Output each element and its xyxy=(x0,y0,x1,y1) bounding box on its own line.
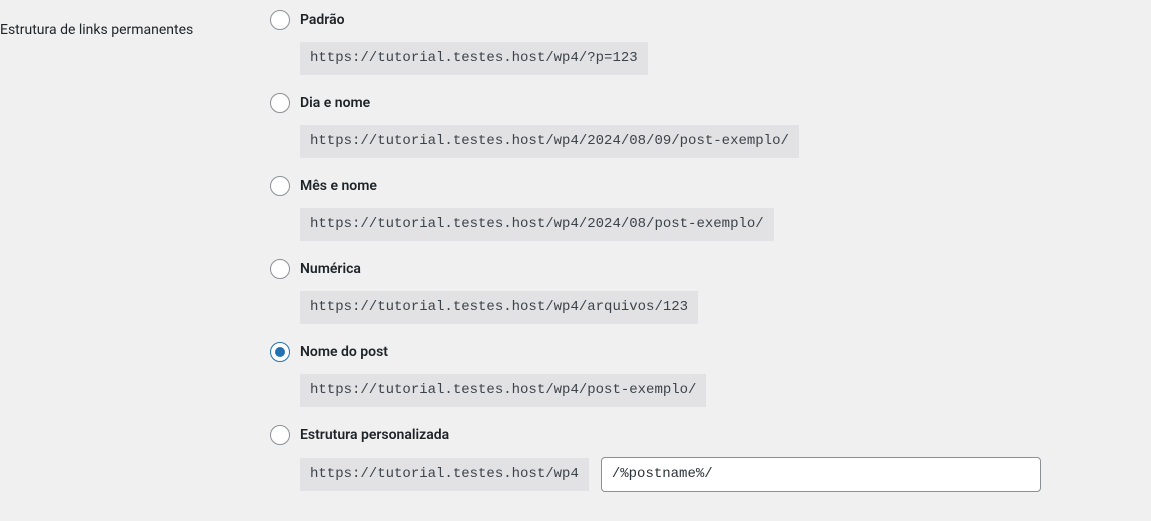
custom-prefix: https://tutorial.testes.host/wp4 xyxy=(300,458,589,491)
radio-default[interactable] xyxy=(270,10,290,30)
example-month-name: https://tutorial.testes.host/wp4/2024/08… xyxy=(300,208,774,241)
permalink-settings-table: Estrutura de links permanentes Padrão ht… xyxy=(0,10,1151,492)
custom-structure-input[interactable] xyxy=(601,457,1041,492)
option-month-name: Mês e nome https://tutorial.testes.host/… xyxy=(270,176,1151,241)
label-numeric[interactable]: Numérica xyxy=(300,261,361,277)
option-day-name: Dia e nome https://tutorial.testes.host/… xyxy=(270,93,1151,158)
example-day-name: https://tutorial.testes.host/wp4/2024/08… xyxy=(300,125,799,158)
permalink-structure-fieldset: Padrão https://tutorial.testes.host/wp4/… xyxy=(270,10,1151,492)
option-default: Padrão https://tutorial.testes.host/wp4/… xyxy=(270,10,1151,75)
label-post-name[interactable]: Nome do post xyxy=(300,344,388,360)
option-custom: Estrutura personalizada https://tutorial… xyxy=(270,425,1151,492)
option-post-name: Nome do post https://tutorial.testes.hos… xyxy=(270,342,1151,407)
radio-post-name[interactable] xyxy=(270,342,290,362)
option-numeric: Numérica https://tutorial.testes.host/wp… xyxy=(270,259,1151,324)
label-custom[interactable]: Estrutura personalizada xyxy=(300,427,449,443)
example-numeric: https://tutorial.testes.host/wp4/arquivo… xyxy=(300,291,698,324)
example-default: https://tutorial.testes.host/wp4/?p=123 xyxy=(300,42,648,75)
label-default[interactable]: Padrão xyxy=(300,12,345,28)
radio-numeric[interactable] xyxy=(270,259,290,279)
example-post-name: https://tutorial.testes.host/wp4/post-ex… xyxy=(300,374,706,407)
label-month-name[interactable]: Mês e nome xyxy=(300,178,377,194)
section-heading: Estrutura de links permanentes xyxy=(0,10,270,492)
radio-month-name[interactable] xyxy=(270,176,290,196)
radio-custom[interactable] xyxy=(270,425,290,445)
radio-day-name[interactable] xyxy=(270,93,290,113)
label-day-name[interactable]: Dia e nome xyxy=(300,95,370,111)
